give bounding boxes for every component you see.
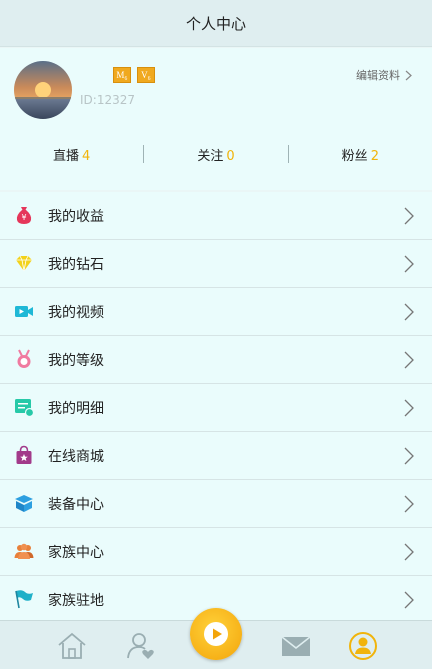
menu-list: ¥ 我的收益 我的钻石 我的视频 我的等级 我的明细 在线商城 装备中心 家族中… bbox=[0, 192, 432, 624]
user-id: ID:12327 bbox=[80, 93, 135, 107]
menu-item-label: 我的等级 bbox=[48, 352, 104, 369]
stat-live[interactable]: 直播 4 bbox=[0, 145, 143, 164]
menu-item-label: 我的视频 bbox=[48, 304, 104, 321]
menu-item-label: 我的收益 bbox=[48, 208, 104, 225]
chevron-right-icon bbox=[404, 495, 414, 513]
level-badges: M₆ V₆ bbox=[113, 67, 155, 83]
go-live-button[interactable] bbox=[190, 608, 242, 660]
menu-item-diamonds[interactable]: 我的钻石 bbox=[0, 240, 432, 288]
chevron-right-icon bbox=[404, 447, 414, 465]
play-icon bbox=[204, 622, 228, 646]
chevron-right-icon bbox=[404, 207, 414, 225]
diamond-icon bbox=[16, 255, 32, 272]
menu-item-details[interactable]: 我的明细 bbox=[0, 384, 432, 432]
bottom-tab-bar bbox=[0, 608, 432, 669]
chevron-right-icon bbox=[404, 543, 414, 561]
stat-fans-value: 2 bbox=[370, 148, 379, 164]
chevron-right-icon bbox=[405, 70, 412, 80]
menu-item-label: 我的钻石 bbox=[48, 256, 104, 273]
menu-item-equipment[interactable]: 装备中心 bbox=[0, 480, 432, 528]
svg-text:¥: ¥ bbox=[21, 213, 26, 222]
page-title: 个人中心 bbox=[185, 14, 246, 33]
stat-live-label: 直播 bbox=[53, 148, 80, 164]
menu-item-label: 在线商城 bbox=[48, 448, 104, 465]
v-level-badge: V₆ bbox=[137, 67, 155, 83]
chevron-right-icon bbox=[404, 351, 414, 369]
stat-live-value: 4 bbox=[82, 148, 91, 164]
bill-icon bbox=[15, 399, 34, 417]
flag-icon bbox=[15, 590, 33, 609]
menu-item-videos[interactable]: 我的视频 bbox=[0, 288, 432, 336]
medal-icon bbox=[17, 349, 31, 368]
edit-profile-link[interactable]: 编辑资料 bbox=[356, 67, 412, 83]
box-icon bbox=[15, 495, 33, 512]
chevron-right-icon bbox=[404, 591, 414, 609]
menu-item-level[interactable]: 我的等级 bbox=[0, 336, 432, 384]
title-bar: 个人中心 bbox=[0, 0, 432, 47]
avatar[interactable] bbox=[14, 61, 72, 119]
money-bag-icon: ¥ bbox=[16, 207, 32, 224]
menu-item-earnings[interactable]: ¥ 我的收益 bbox=[0, 192, 432, 240]
stat-following[interactable]: 关注 0 bbox=[144, 145, 287, 164]
menu-item-label: 家族驻地 bbox=[48, 592, 104, 609]
menu-item-family[interactable]: 家族中心 bbox=[0, 528, 432, 576]
home-icon[interactable] bbox=[55, 629, 89, 663]
follow-user-icon[interactable] bbox=[124, 629, 158, 663]
menu-item-label: 我的明细 bbox=[48, 400, 104, 417]
menu-item-label: 装备中心 bbox=[48, 496, 104, 513]
profile-card: M₆ V₆ ID:12327 编辑资料 直播 4 关注 0 粉丝 2 bbox=[0, 48, 432, 190]
shopping-bag-icon bbox=[16, 445, 32, 464]
chevron-right-icon bbox=[404, 303, 414, 321]
menu-item-label: 家族中心 bbox=[48, 544, 104, 561]
mail-icon[interactable] bbox=[279, 629, 313, 663]
edit-profile-label: 编辑资料 bbox=[356, 69, 400, 82]
profile-tab-icon[interactable] bbox=[346, 629, 380, 663]
m-level-badge: M₆ bbox=[113, 67, 131, 83]
stat-following-value: 0 bbox=[226, 148, 235, 164]
menu-item-mall[interactable]: 在线商城 bbox=[0, 432, 432, 480]
people-icon bbox=[14, 543, 34, 559]
video-camera-icon bbox=[15, 306, 33, 317]
stat-following-label: 关注 bbox=[197, 148, 224, 164]
chevron-right-icon bbox=[404, 399, 414, 417]
chevron-right-icon bbox=[404, 255, 414, 273]
stats-row: 直播 4 关注 0 粉丝 2 bbox=[0, 141, 432, 167]
stat-fans-label: 粉丝 bbox=[341, 148, 368, 164]
stat-fans[interactable]: 粉丝 2 bbox=[289, 145, 432, 164]
